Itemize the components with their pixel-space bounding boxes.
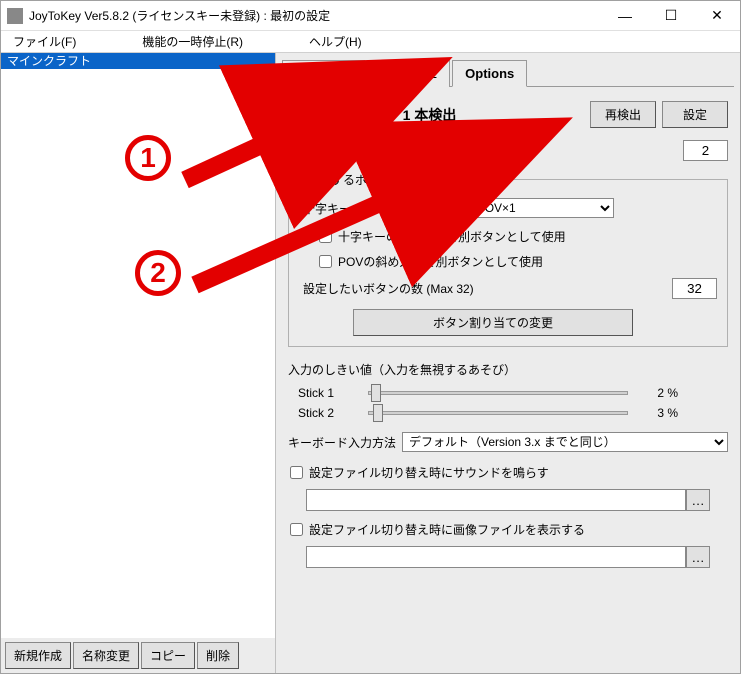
menu-file[interactable]: ファイル(F)	[5, 30, 84, 53]
pov-diagonal-label: POVの斜め入力を別ボタンとして使用	[338, 253, 543, 270]
tab-strip: Joystick 1 Joystick 2 Options	[282, 59, 734, 87]
profile-sidebar: マインクラフト 新規作成 名称変更 コピー 削除	[1, 53, 276, 673]
stick2-label: Stick 2	[298, 406, 358, 420]
cross-diagonal-checkbox[interactable]	[319, 230, 332, 243]
joystick-detect-heading: ジョイスティック 1 本検出	[288, 105, 590, 125]
profile-list[interactable]: マインクラフト	[1, 53, 275, 638]
profile-item[interactable]: マインクラフト	[1, 53, 275, 69]
sound-on-switch-label: 設定ファイル切り替え時にサウンドを鳴らす	[309, 464, 549, 481]
copy-profile-button[interactable]: コピー	[141, 642, 195, 669]
menu-pause[interactable]: 機能の一時停止(R)	[134, 30, 251, 53]
stick1-slider[interactable]	[368, 391, 628, 395]
pov-diagonal-checkbox[interactable]	[319, 255, 332, 268]
stick2-percent: 3 %	[638, 406, 678, 420]
button-count-label: 設定したいボタンの数 (Max 32)	[303, 280, 474, 297]
image-on-switch-label: 設定ファイル切り替え時に画像ファイルを表示する	[309, 521, 585, 538]
sound-browse-button[interactable]: …	[686, 489, 710, 511]
joystick-count-label: 設定したいジョイスティックの数 (Max 32)	[288, 142, 518, 159]
rename-profile-button[interactable]: 名称変更	[73, 642, 139, 669]
heading-suffix: 1 本検出	[403, 107, 457, 123]
options-panel: ジョイスティック 1 本検出 再検出 設定 設定したいジョイスティックの数 (M…	[282, 91, 734, 584]
pov-select[interactable]: 十字キー×2 + POV×1	[394, 198, 614, 218]
button-display-group: 表示するボタン設定 十字キー・POV 十字キー×2 + POV×1 十字キーの斜…	[288, 171, 728, 347]
app-window: JoyToKey Ver5.8.2 (ライセンスキー未登録) : 最初の設定 —…	[0, 0, 741, 674]
stick1-percent: 2 %	[638, 386, 678, 400]
tab-joystick1[interactable]: Joystick 1	[282, 60, 365, 87]
tab-joystick2[interactable]: Joystick 2	[367, 60, 450, 87]
app-icon	[7, 8, 23, 24]
pov-label: 十字キー・POV	[303, 200, 388, 217]
threshold-label: 入力のしきい値（入力を無視するあそび）	[288, 361, 728, 378]
cross-diagonal-label: 十字キーの斜め入力を別ボタンとして使用	[338, 228, 566, 245]
profile-buttons: 新規作成 名称変更 コピー 削除	[1, 638, 275, 673]
close-button[interactable]: ✕	[694, 1, 740, 31]
main-area: マインクラフト 新規作成 名称変更 コピー 削除 Joystick 1 Joys…	[1, 53, 740, 673]
sound-file-input[interactable]	[306, 489, 686, 511]
image-browse-button[interactable]: …	[686, 546, 710, 568]
maximize-button[interactable]: ☐	[648, 1, 694, 31]
image-file-input[interactable]	[306, 546, 686, 568]
menubar: ファイル(F) 機能の一時停止(R) ヘルプ(H)	[1, 31, 740, 53]
window-title: JoyToKey Ver5.8.2 (ライセンスキー未登録) : 最初の設定	[29, 7, 602, 24]
stick2-slider[interactable]	[368, 411, 628, 415]
image-on-switch-checkbox[interactable]	[290, 523, 303, 536]
sound-on-switch-checkbox[interactable]	[290, 466, 303, 479]
tab-options[interactable]: Options	[452, 60, 527, 87]
stick1-label: Stick 1	[298, 386, 358, 400]
new-profile-button[interactable]: 新規作成	[5, 642, 71, 669]
keyboard-method-label: キーボード入力方法	[288, 434, 396, 451]
change-assignment-button[interactable]: ボタン割り当ての変更	[353, 309, 633, 336]
settings-button[interactable]: 設定	[662, 101, 728, 128]
titlebar: JoyToKey Ver5.8.2 (ライセンスキー未登録) : 最初の設定 —…	[1, 1, 740, 31]
button-display-legend: 表示するボタン設定	[303, 171, 419, 188]
menu-help[interactable]: ヘルプ(H)	[301, 30, 370, 53]
heading-prefix: ジョイスティック	[288, 107, 399, 123]
joystick-count-input[interactable]	[683, 140, 728, 161]
content-panel: Joystick 1 Joystick 2 Options ジョイスティック 1…	[276, 53, 740, 673]
minimize-button[interactable]: —	[602, 1, 648, 31]
delete-profile-button[interactable]: 削除	[197, 642, 239, 669]
button-count-input[interactable]	[672, 278, 717, 299]
redetect-button[interactable]: 再検出	[590, 101, 656, 128]
keyboard-method-select[interactable]: デフォルト（Version 3.x までと同じ）	[402, 432, 728, 452]
